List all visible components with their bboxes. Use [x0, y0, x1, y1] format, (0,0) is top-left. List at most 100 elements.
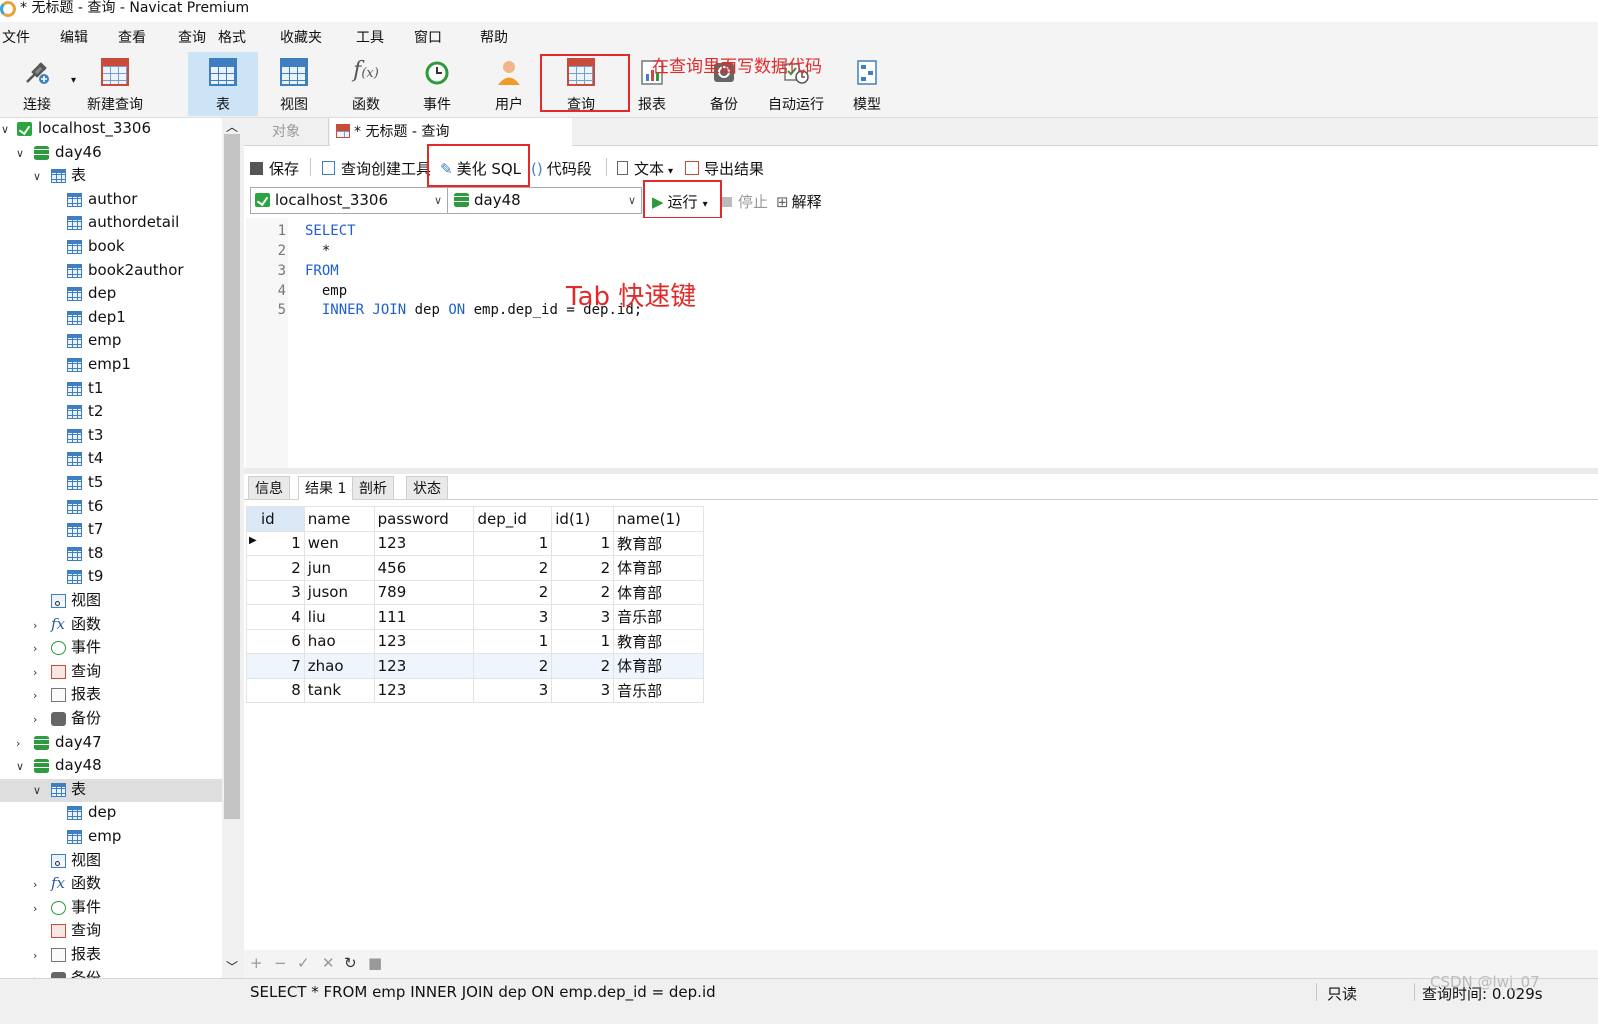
tree-table-item[interactable]: t3 [0, 425, 222, 448]
table-cell[interactable]: 2 [473, 555, 553, 581]
table-row[interactable]: 2 jun 456 2 2 体育部 [246, 555, 704, 581]
table-row[interactable]: 7 zhao 123 2 2 体育部 [246, 653, 704, 679]
table-cell[interactable]: 123 [373, 530, 475, 556]
tree-functions[interactable]: › fx 函数 [0, 873, 222, 896]
tree-database[interactable]: ∨ day48 [0, 755, 222, 778]
tree-backups[interactable]: › 备份 [0, 968, 222, 978]
tree-queries[interactable]: 查询 [0, 920, 222, 943]
table-cell[interactable]: 音乐部 [613, 677, 704, 703]
table-cell[interactable]: 123 [373, 677, 475, 703]
table-cell[interactable]: 教育部 [613, 530, 704, 556]
table-cell[interactable]: 3 [551, 677, 615, 703]
table-cell[interactable]: 1 [473, 628, 553, 654]
menu-format[interactable]: 格式 [218, 27, 246, 47]
table-cell[interactable]: 体育部 [613, 555, 704, 581]
table-cell[interactable]: 体育部 [613, 579, 704, 605]
table-cell[interactable]: tank [303, 677, 375, 703]
connect-button[interactable]: 连接 [2, 52, 72, 116]
sidebar-scroll-thumb[interactable] [224, 134, 240, 819]
table-cell[interactable]: zhao [303, 653, 375, 679]
table-row[interactable]: ▶ 1 wen 123 1 1 教育部 [246, 530, 704, 556]
tree-table-item[interactable]: emp [0, 826, 222, 849]
tab-objects[interactable]: 对象 [244, 118, 329, 146]
table-cell[interactable]: 2 [473, 653, 553, 679]
tree-reports[interactable]: › 报表 [0, 944, 222, 967]
table-cell[interactable]: 2 [551, 579, 615, 605]
tab-result-1[interactable]: 结果 1 [298, 476, 354, 500]
table-cell[interactable]: 2 [473, 579, 553, 605]
column-header[interactable]: id [246, 506, 305, 532]
tree-tables-folder[interactable]: ∨ 表 [0, 778, 222, 802]
table-button[interactable]: 表 [188, 52, 258, 116]
discard-changes-icon[interactable]: ✕ [322, 954, 335, 972]
tree-tables-folder[interactable]: ∨ 表 [0, 165, 222, 188]
tree-events[interactable]: › 事件 [0, 637, 222, 660]
table-cell[interactable]: 8 [246, 677, 305, 703]
menu-view[interactable]: 查看 [118, 27, 146, 47]
tree-table-item[interactable]: authordetail [0, 212, 222, 235]
table-cell[interactable]: 3 [246, 579, 305, 605]
scroll-up-icon[interactable]: ︿ [226, 118, 238, 135]
tree-table-item[interactable]: t7 [0, 519, 222, 542]
table-row[interactable]: 8 tank 123 3 3 音乐部 [246, 677, 704, 703]
tab-profile[interactable]: 剖析 [352, 476, 394, 500]
tree-table-item[interactable]: dep [0, 802, 222, 825]
tree-events[interactable]: › 事件 [0, 897, 222, 920]
menu-file[interactable]: 文件 [2, 27, 30, 47]
column-header[interactable]: id(1) [551, 506, 615, 532]
column-header[interactable]: name [303, 506, 375, 532]
table-cell[interactable]: 6 [246, 628, 305, 654]
table-cell[interactable]: 456 [373, 555, 475, 581]
table-cell[interactable]: 3 [473, 604, 553, 630]
table-cell[interactable]: hao [303, 628, 375, 654]
tree-queries[interactable]: › 查询 [0, 661, 222, 684]
table-row[interactable]: 6 hao 123 1 1 教育部 [246, 628, 704, 654]
table-cell[interactable]: 123 [373, 628, 475, 654]
connect-dropdown-icon[interactable]: ▾ [71, 75, 76, 86]
tree-table-item[interactable]: t2 [0, 401, 222, 424]
column-header[interactable]: name(1) [613, 506, 704, 532]
tab-info[interactable]: 信息 [248, 476, 290, 500]
table-cell[interactable]: juson [303, 579, 375, 605]
tree-table-item[interactable]: emp [0, 330, 222, 353]
view-button[interactable]: 视图 [259, 52, 329, 116]
tree-table-item[interactable]: dep1 [0, 307, 222, 330]
table-cell[interactable]: 1 [551, 628, 615, 654]
delete-record-icon[interactable]: − [274, 954, 287, 972]
column-header[interactable]: dep_id [473, 506, 553, 532]
table-cell[interactable]: ▶ 1 [246, 530, 305, 556]
table-cell[interactable]: 123 [373, 653, 475, 679]
stop-icon[interactable]: ■ [368, 954, 382, 972]
table-cell[interactable]: 111 [373, 604, 475, 630]
table-cell[interactable]: 3 [551, 604, 615, 630]
table-cell[interactable]: 789 [373, 579, 475, 605]
table-cell[interactable]: 体育部 [613, 653, 704, 679]
menu-help[interactable]: 帮助 [480, 27, 508, 47]
tree-reports[interactable]: › 报表 [0, 684, 222, 707]
menu-tools[interactable]: 工具 [356, 27, 384, 47]
tree-table-item[interactable]: emp1 [0, 354, 222, 377]
tree-database[interactable]: ∨ day46 [0, 142, 222, 165]
event-button[interactable]: 事件 [402, 52, 472, 116]
menu-edit[interactable]: 编辑 [60, 27, 88, 47]
tree-table-item[interactable]: book [0, 236, 222, 259]
sql-editor[interactable] [246, 218, 1598, 468]
table-cell[interactable]: liu [303, 604, 375, 630]
table-cell[interactable]: 音乐部 [613, 604, 704, 630]
tree-views[interactable]: 视图 [0, 850, 222, 873]
refresh-icon[interactable]: ↻ [344, 954, 357, 972]
tree-table-item[interactable]: t5 [0, 472, 222, 495]
tree-table-item[interactable]: t1 [0, 378, 222, 401]
table-cell[interactable]: 2 [246, 555, 305, 581]
tree-views[interactable]: 视图 [0, 590, 222, 613]
table-cell[interactable]: 1 [473, 530, 553, 556]
table-row[interactable]: 3 juson 789 2 2 体育部 [246, 579, 704, 605]
menu-query[interactable]: 查询 [178, 27, 206, 47]
apply-changes-icon[interactable]: ✓ [297, 954, 310, 972]
table-cell[interactable]: jun [303, 555, 375, 581]
database-select[interactable]: day48 ∨ [447, 187, 642, 214]
tab-query[interactable]: * 无标题 - 查询 [330, 118, 572, 146]
query-builder-button[interactable]: 查询创建工具 [322, 158, 431, 179]
menu-window[interactable]: 窗口 [414, 27, 442, 47]
table-row[interactable]: 4 liu 111 3 3 音乐部 [246, 604, 704, 630]
